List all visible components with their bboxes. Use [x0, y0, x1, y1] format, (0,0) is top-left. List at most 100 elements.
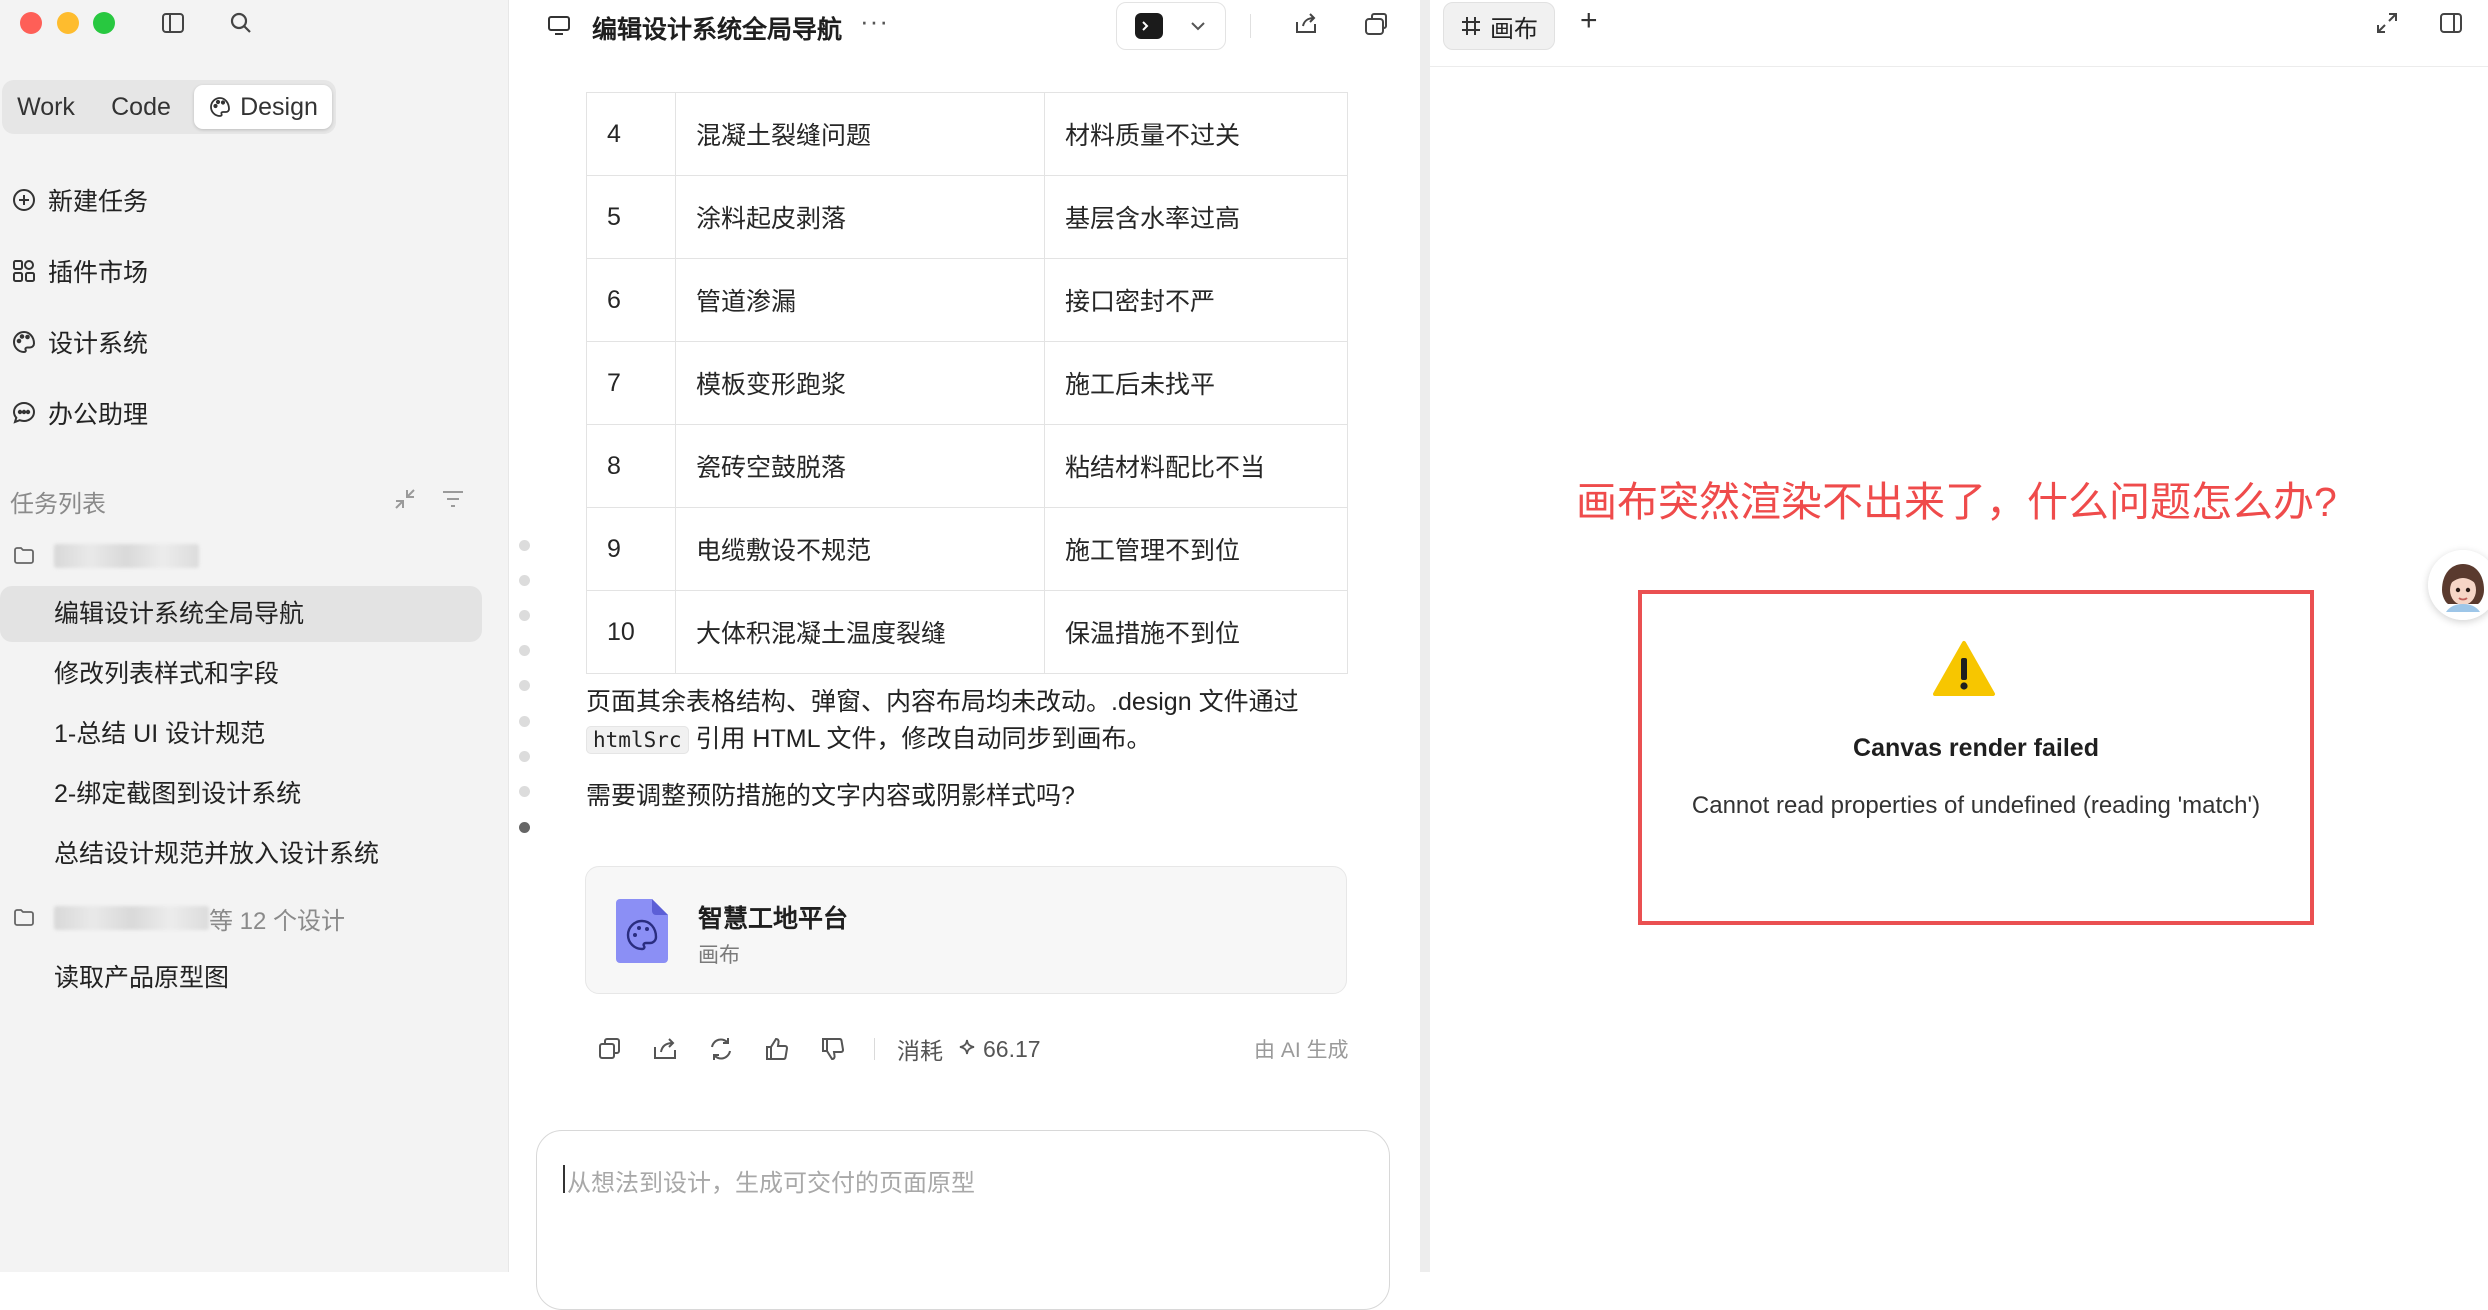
open-panel-icon[interactable] — [1362, 10, 1390, 38]
thumbs-up-icon[interactable] — [762, 1034, 792, 1064]
frame-icon — [1460, 15, 1482, 37]
folder-row-2[interactable]: 等 12 个设计 — [12, 898, 345, 938]
copy-icon[interactable] — [594, 1034, 624, 1064]
folder-icon — [12, 544, 36, 568]
terminal-icon — [1135, 13, 1163, 39]
error-message: Cannot read properties of undefined (rea… — [1691, 792, 2261, 819]
maximize-window-button[interactable] — [93, 12, 115, 34]
nav-design-system-label: 设计系统 — [48, 330, 149, 358]
table-cell: 5 — [586, 175, 676, 259]
table-row: 9 电缆敷设不规范 施工管理不到位 — [586, 507, 1348, 591]
task-item[interactable]: 1-总结 UI 设计规范 — [0, 706, 482, 762]
mode-code-button[interactable]: Code — [96, 85, 186, 129]
table-cell: 瓷砖空鼓脱落 — [675, 424, 1045, 508]
search-icon[interactable] — [228, 10, 254, 36]
share-icon[interactable] — [650, 1034, 680, 1064]
scroll-dot-active[interactable] — [519, 822, 530, 833]
prompt-input[interactable]: 从想法到设计，生成可交付的页面原型 — [567, 1163, 975, 1198]
palette-icon — [10, 328, 38, 356]
table-cell: 施工后未找平 — [1044, 341, 1348, 425]
table-row: 8 瓷砖空鼓脱落 粘结材料配比不当 — [586, 424, 1348, 508]
message-question: 需要调整预防措施的文字内容或阴影样式吗? — [586, 782, 1075, 810]
table-cell: 材料质量不过关 — [1044, 92, 1348, 176]
plus-circle-icon — [10, 186, 38, 214]
scroll-dot[interactable] — [519, 645, 530, 656]
table-row: 7 模板变形跑浆 施工后未找平 — [586, 341, 1348, 425]
prompt-input-box[interactable]: 从想法到设计，生成可交付的页面原型 — [536, 1130, 1390, 1310]
right-panel-toggle-icon[interactable] — [2438, 10, 2464, 36]
task-item[interactable]: 2-绑定截图到设计系统 — [0, 766, 482, 822]
folder-name-redacted — [54, 906, 209, 930]
actions-divider — [874, 1038, 875, 1060]
scroll-dot[interactable] — [519, 680, 530, 691]
scroll-dot[interactable] — [519, 540, 530, 551]
error-title: Canvas render failed — [1853, 734, 2099, 762]
scroll-dot[interactable] — [519, 716, 530, 727]
file-card[interactable]: 智慧工地平台 画布 — [585, 866, 1347, 994]
causes-table: 4 混凝土裂缝问题 材料质量不过关 5 涂料起皮剥落 基层含水率过高 6 管道渗… — [586, 92, 1348, 674]
refresh-icon[interactable] — [706, 1034, 736, 1064]
task-item[interactable]: 编辑设计系统全局导航 — [0, 586, 482, 642]
scroll-dot[interactable] — [519, 575, 530, 586]
ai-generated-label: 由 AI 生成 — [1254, 1039, 1349, 1062]
tab-canvas[interactable]: 画布 — [1443, 2, 1555, 50]
table-row: 10 大体积混凝土温度裂缝 保温措施不到位 — [586, 590, 1348, 674]
terminal-dropdown[interactable] — [1116, 2, 1226, 50]
task-list-label: 任务列表 — [10, 491, 106, 518]
table-cell: 模板变形跑浆 — [675, 341, 1045, 425]
nav-new-task-label: 新建任务 — [48, 188, 149, 216]
chat-header: 编辑设计系统全局导航 ··· — [508, 0, 1420, 52]
table-cell: 接口密封不严 — [1044, 258, 1348, 342]
nav-office-assistant[interactable]: 办公助理 — [10, 391, 148, 435]
share-icon[interactable] — [1292, 10, 1320, 38]
table-cell: 9 — [586, 507, 676, 591]
nav-plugin-market[interactable]: 插件市场 — [10, 249, 148, 293]
folder-row-1[interactable] — [12, 536, 199, 576]
table-cell: 保温措施不到位 — [1044, 590, 1348, 674]
panel-splitter[interactable] — [1420, 0, 1430, 1272]
task-item[interactable]: 读取产品原型图 — [0, 950, 482, 1006]
collapse-icon[interactable] — [392, 486, 418, 512]
nav-new-task[interactable]: 新建任务 — [10, 178, 148, 222]
scroll-dot[interactable] — [519, 610, 530, 621]
table-cell: 施工管理不到位 — [1044, 507, 1348, 591]
nav-design-system[interactable]: 设计系统 — [10, 320, 148, 364]
warning-icon — [1932, 640, 1996, 698]
task-item[interactable]: 总结设计规范并放入设计系统 — [0, 826, 482, 882]
close-window-button[interactable] — [20, 12, 42, 34]
filter-icon[interactable] — [440, 486, 466, 512]
message-paragraph: 页面其余表格结构、弹窗、内容布局均未改动。.design 文件通过 htmlSr… — [586, 684, 1366, 759]
scroll-dot[interactable] — [519, 751, 530, 762]
sidebar: Work Code Design 新建任务 插件市场 设计系统 办公助理 任务列… — [0, 0, 509, 1272]
consume-label: 消耗 — [897, 1038, 943, 1064]
folder-count-label: 等 12 个设计 — [209, 907, 346, 935]
text-cursor — [563, 1165, 565, 1193]
minimize-window-button[interactable] — [57, 12, 79, 34]
tab-canvas-label: 画布 — [1490, 15, 1538, 43]
expand-icon[interactable] — [2374, 10, 2400, 36]
more-options-button[interactable]: ··· — [860, 6, 889, 37]
error-highlight-box: Canvas render failed Cannot read propert… — [1638, 590, 2314, 925]
sidebar-toggle-icon[interactable] — [160, 10, 186, 36]
file-card-subtitle: 画布 — [698, 944, 740, 967]
mode-switch: Work Code Design — [2, 80, 336, 134]
mode-work-button[interactable]: Work — [6, 85, 86, 129]
task-item[interactable]: 修改列表样式和字段 — [0, 646, 482, 702]
table-cell: 电缆敷设不规范 — [675, 507, 1045, 591]
chat-bubble-icon — [10, 399, 38, 427]
chevron-down-icon — [1187, 15, 1209, 37]
table-cell: 混凝土裂缝问题 — [675, 92, 1045, 176]
page-title: 编辑设计系统全局导航 — [592, 16, 843, 44]
mode-design-button[interactable]: Design — [194, 85, 332, 129]
code-snippet: htmlSrc — [586, 726, 689, 754]
add-tab-button[interactable]: + — [1580, 4, 1598, 38]
scroll-dot[interactable] — [519, 786, 530, 797]
palette-icon — [208, 95, 232, 119]
nav-plugin-market-label: 插件市场 — [48, 259, 149, 287]
table-cell: 4 — [586, 92, 676, 176]
thumbs-down-icon[interactable] — [818, 1034, 848, 1064]
design-file-icon — [616, 899, 668, 963]
table-row: 4 混凝土裂缝问题 材料质量不过关 — [586, 92, 1348, 176]
consume-value: 66.17 — [983, 1035, 1041, 1062]
table-cell: 大体积混凝土温度裂缝 — [675, 590, 1045, 674]
